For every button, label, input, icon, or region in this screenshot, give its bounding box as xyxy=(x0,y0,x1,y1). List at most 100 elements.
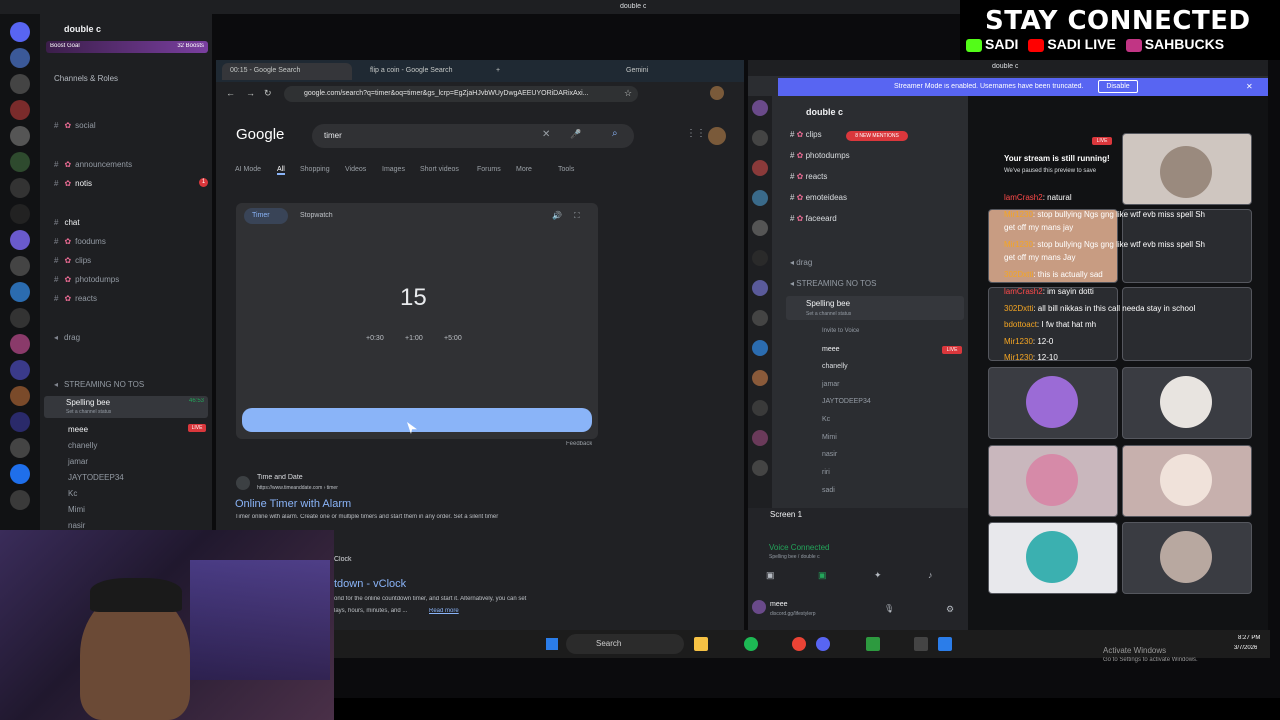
server-icon[interactable] xyxy=(10,152,30,172)
google-account-avatar[interactable] xyxy=(708,127,726,145)
nav-tools[interactable]: Tools xyxy=(558,166,574,173)
server-icon[interactable] xyxy=(10,256,30,276)
voice-status[interactable]: Set a channel status xyxy=(66,409,111,415)
channel-faceeard-right[interactable]: # ✿ faceeard xyxy=(790,214,837,223)
bookmark-star-icon[interactable]: ☆ xyxy=(624,88,632,99)
server-icon[interactable] xyxy=(10,100,30,120)
screen-share-icon[interactable]: ▣ xyxy=(818,570,827,581)
server-icon[interactable] xyxy=(752,340,768,356)
voice-user[interactable]: JAYTODEEP34 xyxy=(68,473,124,482)
voice-user-right[interactable]: Mimi xyxy=(822,434,837,441)
server-icon[interactable] xyxy=(752,370,768,386)
forward-icon[interactable]: → xyxy=(246,88,255,98)
server-icon[interactable] xyxy=(10,438,30,458)
server-icon[interactable] xyxy=(752,400,768,416)
profile-avatar[interactable] xyxy=(710,86,724,100)
spotify-icon[interactable] xyxy=(744,637,758,651)
stopwatch-tab[interactable]: Stopwatch xyxy=(300,212,333,219)
server-icon[interactable] xyxy=(10,464,30,484)
server-icon[interactable] xyxy=(10,490,30,510)
reload-icon[interactable]: ↻ xyxy=(264,88,272,99)
server-name[interactable]: double c xyxy=(64,24,101,34)
server-icon[interactable] xyxy=(752,280,768,296)
mic-icon[interactable]: 🎤 xyxy=(570,129,581,140)
server-icon[interactable] xyxy=(10,282,30,302)
voice-user-right[interactable]: Kc xyxy=(822,416,830,423)
add-5m-button[interactable]: +5:00 xyxy=(444,335,462,342)
server-name-right[interactable]: double c xyxy=(806,107,843,117)
activities-icon[interactable]: ✦ xyxy=(874,570,882,581)
voice-spelling-bee-right[interactable]: Spelling bee Set a channel status xyxy=(786,296,964,320)
channel-notis[interactable]: # ✿ notis xyxy=(54,179,92,188)
channels-roles[interactable]: Channels & Roles xyxy=(54,74,118,83)
voice-user-right[interactable]: nasir xyxy=(822,451,837,458)
voice-channel-drag[interactable]: ◂ drag xyxy=(54,333,80,342)
voice-streaming-right[interactable]: ◂ STREAMING NO TOS xyxy=(790,279,876,288)
channel-clips-right[interactable]: # ✿ clips xyxy=(790,130,822,139)
voice-user-right[interactable]: chanelly xyxy=(822,363,848,370)
server-icon[interactable] xyxy=(752,310,768,326)
mic-icon[interactable]: 🎙 xyxy=(884,604,894,613)
nav-shopping[interactable]: Shopping xyxy=(300,166,330,173)
voice-status-right[interactable]: Set a channel status xyxy=(806,311,851,317)
discord-icon[interactable] xyxy=(816,637,830,651)
feedback-link[interactable]: Feedback xyxy=(566,441,592,447)
back-icon[interactable]: ← xyxy=(226,88,235,98)
clear-icon[interactable]: ✕ xyxy=(542,129,550,140)
server-icon[interactable] xyxy=(10,308,30,328)
windows-start-icon[interactable] xyxy=(546,638,558,650)
voice-user-right[interactable]: JAYTODEEP34 xyxy=(822,398,871,405)
tab-flip-coin[interactable]: flip a coin - Google Search xyxy=(362,63,484,80)
server-icon[interactable] xyxy=(10,74,30,94)
channel-reacts-right[interactable]: # ✿ reacts xyxy=(790,172,827,181)
server-icon[interactable] xyxy=(752,430,768,446)
channel-reacts[interactable]: # ✿ reacts xyxy=(54,294,97,303)
voice-channel-streaming[interactable]: ◂ STREAMING NO TOS xyxy=(54,380,144,389)
video-tile[interactable] xyxy=(1122,287,1252,361)
discord-home-icon[interactable] xyxy=(10,22,30,42)
boost-goal-bar[interactable]: Boost Goal 32 Boosts xyxy=(46,41,208,53)
channel-photodumps-right[interactable]: # ✿ photodumps xyxy=(790,151,850,160)
google-search-input[interactable]: timer xyxy=(312,124,634,148)
nav-short-videos[interactable]: Short videos xyxy=(420,166,459,173)
self-username[interactable]: meee xyxy=(770,601,788,608)
voice-user[interactable]: chanelly xyxy=(68,441,97,450)
voice-user-right[interactable]: riri xyxy=(822,469,830,476)
channel-chat[interactable]: # chat xyxy=(54,218,80,227)
server-icon[interactable] xyxy=(752,460,768,476)
close-banner-icon[interactable]: ✕ xyxy=(1246,82,1253,91)
screen-share-label[interactable]: Screen 1 xyxy=(770,510,802,519)
server-icon[interactable] xyxy=(10,360,30,380)
channel-announcements[interactable]: # ✿ announcements xyxy=(54,160,132,169)
epic-games-icon[interactable] xyxy=(914,637,928,651)
server-icon[interactable] xyxy=(10,204,30,224)
channel-foodums[interactable]: # ✿ foodums xyxy=(54,237,106,246)
nav-all[interactable]: All xyxy=(277,166,285,175)
app-icon[interactable] xyxy=(938,637,952,651)
voice-user[interactable]: jamar xyxy=(68,457,88,466)
voice-drag-right[interactable]: ◂ drag xyxy=(790,258,812,267)
server-icon[interactable] xyxy=(10,126,30,146)
server-icon[interactable] xyxy=(752,190,768,206)
server-icon[interactable] xyxy=(10,230,30,250)
apps-grid-icon[interactable]: ⋮⋮ xyxy=(686,128,706,139)
read-more-link[interactable]: Read more xyxy=(429,608,459,614)
nav-ai-mode[interactable]: AI Mode xyxy=(235,166,261,173)
voice-user[interactable]: nasir xyxy=(68,521,85,530)
gemini-button[interactable]: Gemini xyxy=(618,63,660,80)
voice-user-right[interactable]: sadi xyxy=(822,487,835,494)
server-icon[interactable] xyxy=(10,334,30,354)
server-icon[interactable] xyxy=(10,386,30,406)
nav-more[interactable]: More xyxy=(516,166,532,173)
tab-timer-search[interactable]: 00:15 - Google Search xyxy=(222,63,352,80)
server-icon[interactable] xyxy=(10,178,30,198)
camera-off-icon[interactable]: ▣ xyxy=(766,570,775,581)
search-icon[interactable]: ⌕ xyxy=(612,128,618,139)
server-icon[interactable] xyxy=(752,160,768,176)
voice-user-right[interactable]: jamar xyxy=(822,381,840,388)
sound-icon[interactable]: 🔊 xyxy=(552,211,562,220)
server-icon[interactable] xyxy=(752,100,768,116)
voice-user-right[interactable]: meee xyxy=(822,346,840,353)
voice-channel-spelling-bee[interactable]: Spelling bee 46:53 Set a channel status xyxy=(44,396,208,418)
voice-user[interactable]: meee xyxy=(68,425,88,434)
